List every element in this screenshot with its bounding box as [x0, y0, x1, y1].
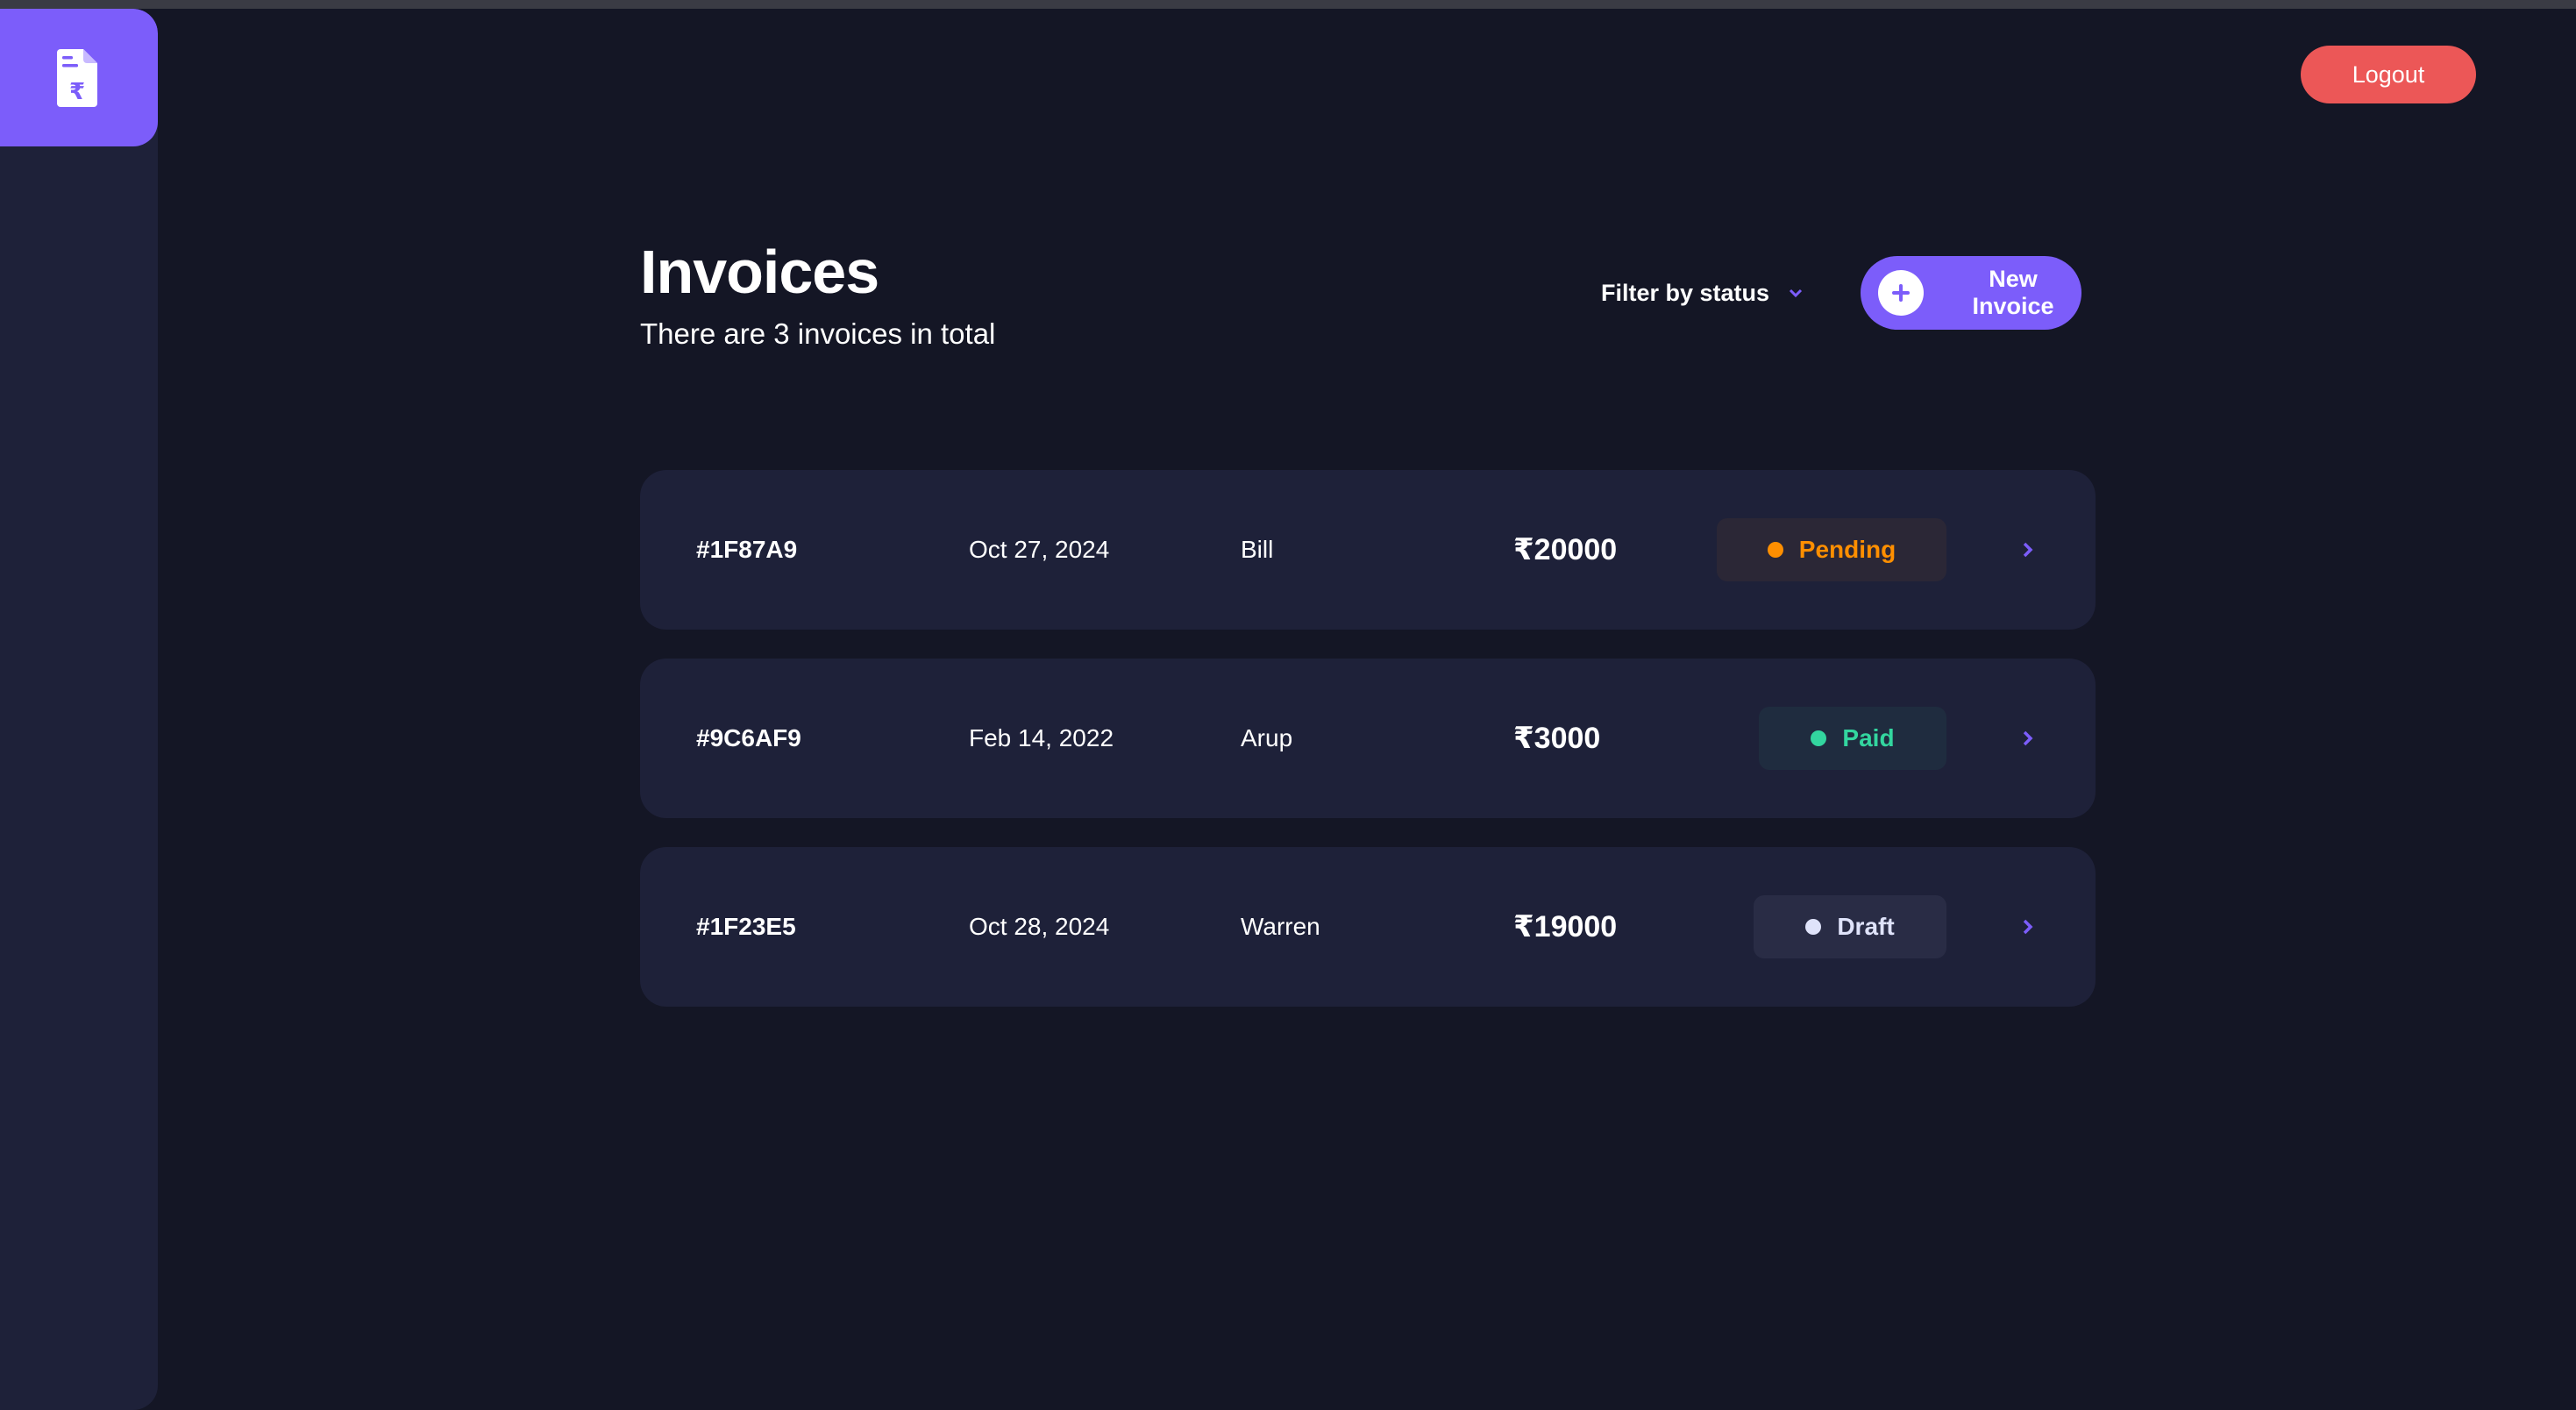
status-label: Draft — [1837, 913, 1895, 940]
status-label: Paid — [1842, 724, 1895, 751]
invoice-rupee-icon: ₹ — [57, 48, 97, 107]
chevron-right-icon[interactable] — [2013, 723, 2043, 753]
filter-label: Filter by status — [1601, 279, 1770, 306]
invoice-amount: ₹20000 — [1513, 533, 1618, 566]
status-badge: Paid — [1759, 707, 1946, 770]
window-top-border — [0, 0, 2576, 9]
svg-text:₹: ₹ — [69, 79, 85, 105]
plus-icon — [1878, 270, 1924, 316]
invoice-amount: ₹3000 — [1513, 722, 1601, 755]
invoice-amount: ₹19000 — [1513, 910, 1618, 944]
client-name: Warren — [1241, 913, 1320, 940]
new-invoice-button[interactable]: New Invoice — [1861, 256, 2081, 330]
invoice-row[interactable]: #9C6AF9 Feb 14, 2022 Arup ₹3000 Paid — [640, 659, 2096, 818]
status-badge: Pending — [1717, 518, 1946, 581]
status-dot — [1811, 730, 1827, 746]
logout-button[interactable]: Logout — [2301, 46, 2476, 103]
invoice-date: Oct 27, 2024 — [969, 536, 1110, 563]
invoice-count-text: There are 3 invoices in total — [640, 317, 996, 350]
invoice-date: Feb 14, 2022 — [969, 724, 1114, 751]
status-dot — [1805, 919, 1822, 935]
chevron-right-icon[interactable] — [2013, 535, 2043, 565]
status-badge: Draft — [1754, 895, 1946, 958]
client-name: Arup — [1241, 724, 1293, 751]
invoice-row[interactable]: #1F23E5 Oct 28, 2024 Warren ₹19000 Draft — [640, 847, 2096, 1007]
invoice-date: Oct 28, 2024 — [969, 913, 1110, 940]
invoice-row[interactable]: #1F87A9 Oct 27, 2024 Bill ₹20000 Pending — [640, 470, 2096, 630]
status-dot — [1767, 542, 1783, 558]
chevron-down-icon — [1789, 288, 1803, 298]
sidebar: ₹ — [0, 9, 158, 1410]
invoice-id: #1F87A9 — [696, 536, 798, 563]
new-invoice-label: New Invoice — [1972, 266, 2054, 319]
chevron-right-icon[interactable] — [2013, 912, 2043, 942]
invoice-id: #1F23E5 — [696, 913, 796, 940]
status-label: Pending — [1798, 536, 1896, 563]
status-filter-dropdown[interactable]: Filter by status — [1601, 274, 1803, 312]
app-logo[interactable]: ₹ — [0, 9, 158, 146]
invoice-id: #9C6AF9 — [696, 724, 801, 751]
client-name: Bill — [1241, 536, 1274, 563]
page-title: Invoices — [640, 238, 879, 306]
